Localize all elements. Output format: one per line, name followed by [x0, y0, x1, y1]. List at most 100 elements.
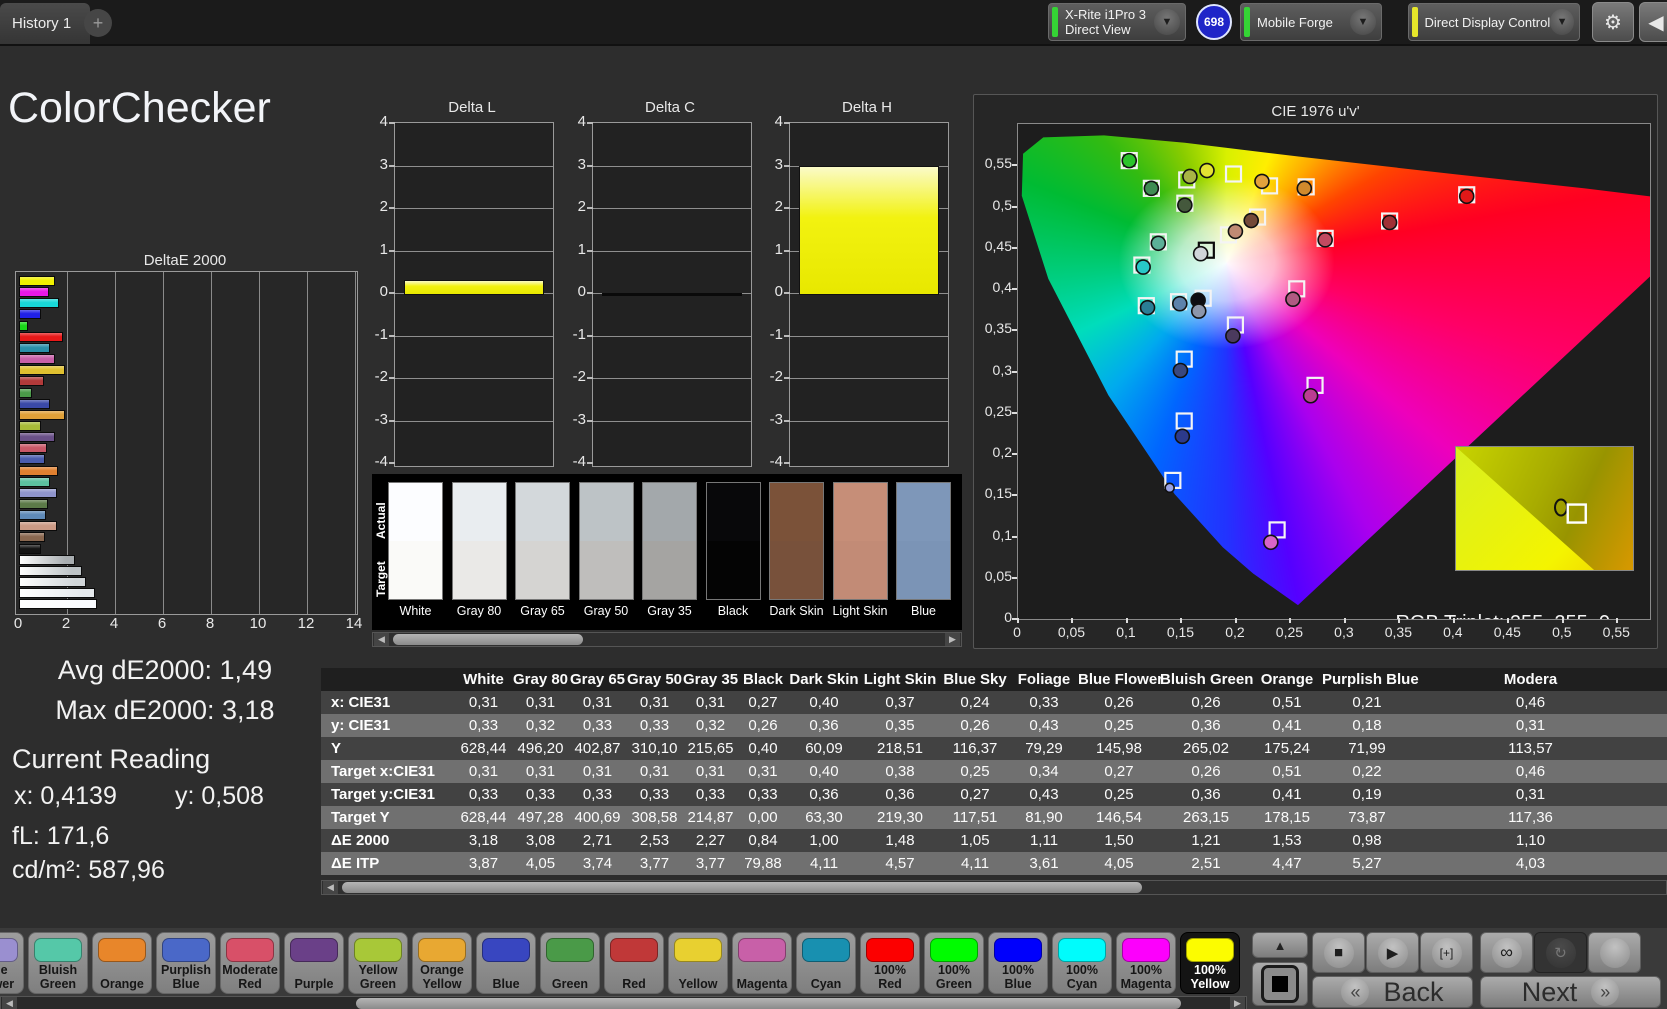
- table-row: y: CIE31 0,33 0,32 0,33 0,33 0,32 0,26 0,36 0,35…: [321, 714, 1667, 737]
- extra-tool-button[interactable]: [1588, 932, 1641, 973]
- patch-button-swatch: [1058, 938, 1106, 962]
- patch-button-blue[interactable]: Blue: [476, 932, 536, 994]
- table-cell: 1,10: [1515, 832, 1546, 849]
- patch-button-100-green[interactable]: 100% Green: [924, 932, 984, 994]
- patch-button-yellow[interactable]: Yellow: [668, 932, 728, 994]
- table-cell: 1,53: [1272, 832, 1302, 849]
- control-dropdown[interactable]: Direct Display Control ▼: [1408, 3, 1580, 41]
- table-cell: 0,46: [1515, 763, 1546, 780]
- x-tick-label: 6: [157, 615, 167, 632]
- gridline: [593, 335, 751, 337]
- patch-button-bluish-green[interactable]: Bluish Green: [28, 932, 88, 994]
- y-tick-label: 4: [577, 113, 586, 130]
- table-cell: 3,77: [695, 855, 726, 872]
- patch-button-100-cyan[interactable]: 100% Cyan: [1052, 932, 1112, 994]
- table-cell: 4,11: [960, 855, 990, 872]
- table-cell: 178,15: [1264, 809, 1310, 826]
- patch-target: [770, 541, 823, 599]
- new-tab-button[interactable]: +: [84, 9, 112, 37]
- table-scroll-thumb[interactable]: [342, 882, 1142, 893]
- colorchecker-app: History 1 + X-Rite i1Pro 3 Direct View ▼ …: [0, 0, 1667, 1009]
- tick: [587, 334, 593, 337]
- back-button[interactable]: « Back: [1312, 976, 1473, 1008]
- scroll-right-icon[interactable]: ▶: [1230, 997, 1245, 1009]
- column-header: White: [463, 671, 504, 688]
- patch-actual: [579, 483, 633, 541]
- strip-scrollbar[interactable]: ◀ ▶: [372, 632, 962, 647]
- y-tick-label: 3: [379, 155, 388, 173]
- table-scrollbar[interactable]: ◀: [321, 880, 1667, 895]
- table-cell: 218,51: [877, 740, 923, 757]
- control-status-light: [1412, 7, 1418, 37]
- table-cell: 0,38: [885, 763, 915, 780]
- patch-button-yellow-green[interactable]: Yellow Green: [348, 932, 408, 994]
- patch-actual: [389, 483, 442, 541]
- patch-window-icon: [1272, 976, 1288, 992]
- next-button[interactable]: Next »: [1480, 976, 1661, 1008]
- patch-button-100-red[interactable]: 100% Red: [860, 932, 920, 994]
- chevron-down-icon[interactable]: ▼: [1154, 9, 1180, 35]
- patch-button-cyan[interactable]: Cyan: [796, 932, 856, 994]
- current-y-value: y: 0,508: [175, 782, 264, 810]
- source-dropdown[interactable]: Mobile Forge ▼: [1240, 3, 1382, 41]
- stop-button[interactable]: ■: [1312, 932, 1365, 973]
- scroll-left-icon[interactable]: ◀: [323, 881, 338, 894]
- patch-button-magenta[interactable]: Magenta: [732, 932, 792, 994]
- strip-scroll-thumb[interactable]: [393, 634, 583, 645]
- patch-button-moderate-red[interactable]: Moderate Red: [220, 932, 280, 994]
- measure-series-button[interactable]: [+]: [1420, 932, 1473, 973]
- gridline: [395, 208, 553, 209]
- chevron-down-icon[interactable]: ▼: [1350, 9, 1376, 35]
- patch-button-purple[interactable]: Purple: [284, 932, 344, 994]
- y-tick-label: 2: [379, 198, 388, 215]
- patch-bar-scroll-thumb[interactable]: [356, 998, 1181, 1009]
- tick: [587, 122, 593, 124]
- table-cell: 0,25: [960, 763, 990, 780]
- patch-button-100-blue[interactable]: 100% Blue: [988, 932, 1048, 994]
- refresh-button[interactable]: ↻: [1534, 932, 1587, 973]
- patch-button-orange[interactable]: Orange: [92, 932, 152, 994]
- patch-button-orange-yellow[interactable]: Orange Yellow: [412, 932, 472, 994]
- patch-button-100-yellow[interactable]: 100% Yellow: [1180, 932, 1240, 994]
- y-tick-label: -1: [374, 325, 388, 343]
- chevrons-left-icon: «: [1341, 978, 1370, 1006]
- scroll-right-icon[interactable]: ▶: [945, 633, 960, 646]
- patch-button-green[interactable]: Green: [540, 932, 600, 994]
- table-row: Target Y 628,44 497,28 400,69 308,58 214,87 0,…: [321, 806, 1667, 829]
- patch-button-purplish-blue[interactable]: Purplish Blue: [156, 932, 216, 994]
- patch-button-blue-flower[interactable]: BlueFlower: [0, 932, 24, 994]
- y-tick-label: 1: [774, 240, 783, 258]
- patch-bar-scrollbar[interactable]: ◀ ▶: [0, 996, 1247, 1009]
- table-cell: 175,24: [1264, 740, 1310, 757]
- cie-x-tick-label: 0,15: [1166, 624, 1195, 640]
- scroll-left-icon[interactable]: ◀: [2, 997, 17, 1009]
- play-button[interactable]: ▶: [1366, 932, 1419, 973]
- y-tick-label: -4: [374, 453, 388, 470]
- tick: [389, 377, 395, 379]
- column-header: Blue Flower: [1078, 671, 1164, 688]
- patch-button-100-magenta[interactable]: 100% Magenta: [1116, 932, 1176, 994]
- continuous-measure-button[interactable]: ∞: [1480, 932, 1533, 973]
- chevron-down-icon[interactable]: ▼: [1550, 9, 1574, 35]
- scroll-up-button[interactable]: ▲: [1252, 932, 1308, 958]
- tab-history-1[interactable]: History 1: [0, 3, 90, 44]
- patch-window-button[interactable]: [1252, 962, 1308, 1006]
- scroll-left-icon[interactable]: ◀: [374, 633, 389, 646]
- control-label: Direct Display Control: [1424, 14, 1551, 30]
- table-cell: 4,05: [525, 855, 556, 872]
- column-header: Modera: [1503, 671, 1558, 688]
- table-cell: 3,87: [468, 855, 499, 872]
- gridline: [395, 420, 553, 422]
- patch-button-red[interactable]: Red: [604, 932, 664, 994]
- gridline: [395, 250, 553, 252]
- meter-dropdown[interactable]: X-Rite i1Pro 3 Direct View ▼: [1048, 3, 1186, 41]
- x-tick-label: 2: [61, 615, 71, 632]
- cie-x-tick-label: 0,55: [1602, 624, 1630, 640]
- measured-point: [1317, 232, 1333, 248]
- patch-actual: [897, 483, 950, 541]
- patch-button-swatch: [226, 938, 274, 962]
- measured-point: [1225, 328, 1241, 344]
- table-cell: 0,40: [748, 740, 778, 757]
- settings-button[interactable]: ⚙: [1592, 2, 1634, 42]
- collapse-panel-button[interactable]: ◀: [1639, 2, 1667, 42]
